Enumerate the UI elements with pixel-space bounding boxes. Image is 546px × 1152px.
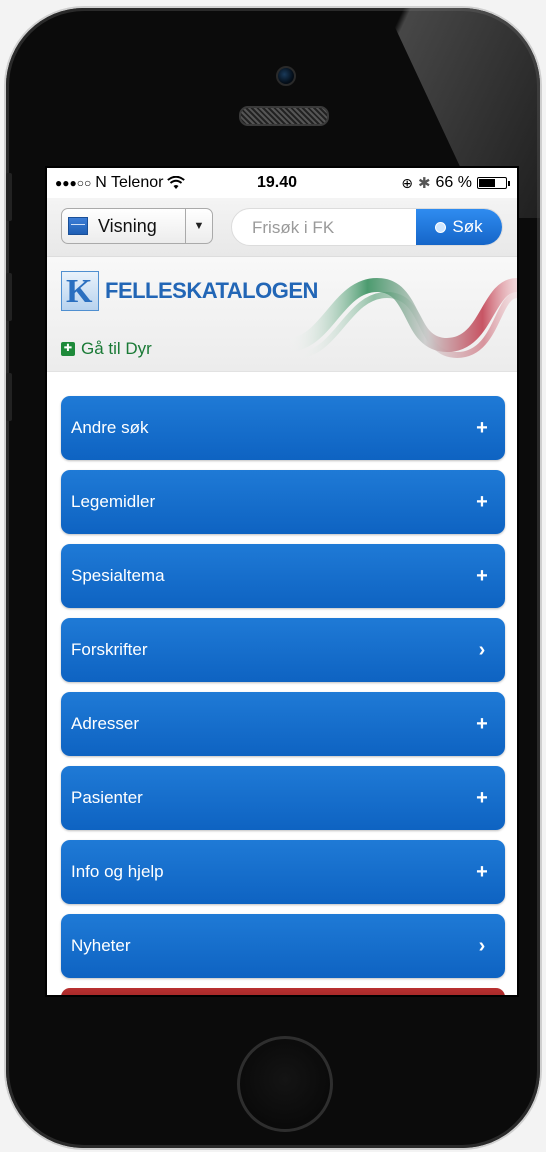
menu-item-label: Info og hjelp: [71, 862, 164, 881]
search-button-label: Søk: [452, 217, 483, 236]
carrier-name: N Telenor: [95, 174, 164, 191]
header-banner: K FELLESKATALOGEN ✚ Gå til Dyr: [47, 257, 517, 372]
menu-item-label: Nyheter: [71, 936, 131, 955]
menu-item-legemidler[interactable]: Legemidler +: [61, 470, 505, 534]
main-menu: Andre søk + Legemidler + Spesialtema + F…: [47, 372, 517, 978]
logo-text: FELLESKATALOGEN: [105, 278, 318, 303]
volume-down-button: [6, 373, 12, 421]
search-button[interactable]: Søk: [416, 209, 502, 245]
status-bar: ●●●○○ N Telenor 19.40 ⊕ ✱ 66 %: [47, 168, 517, 198]
toolbar: Visning ▼ Søk: [47, 198, 517, 257]
search-input[interactable]: [250, 217, 414, 239]
search-box: Søk: [231, 208, 503, 246]
plus-icon: +: [476, 564, 488, 587]
earpiece-speaker: [239, 106, 329, 126]
plus-icon: +: [476, 860, 488, 883]
carrier-info: ●●●○○ N Telenor: [55, 174, 186, 192]
battery-percent: 66 %: [435, 174, 472, 191]
chevron-down-icon[interactable]: ▼: [185, 209, 212, 243]
volume-up-button: [6, 273, 12, 321]
goto-dyr-link[interactable]: ✚ Gå til Dyr: [61, 339, 152, 359]
plus-icon: +: [476, 416, 488, 439]
view-select[interactable]: Visning ▼: [61, 208, 213, 244]
view-select-label: Visning: [98, 215, 157, 236]
menu-item-info-og-hjelp[interactable]: Info og hjelp +: [61, 840, 505, 904]
menu-item-partial-red[interactable]: [61, 988, 505, 995]
menu-item-label: Adresser: [71, 714, 140, 733]
home-button[interactable]: [237, 1036, 333, 1132]
menu-item-label: Andre søk: [71, 418, 149, 437]
chevron-right-icon: ›: [478, 638, 486, 661]
menu-item-andre-sok[interactable]: Andre søk +: [61, 396, 505, 460]
chevron-right-icon: ›: [478, 934, 486, 957]
goto-dyr-label: Gå til Dyr: [81, 339, 152, 358]
plus-icon: +: [476, 786, 488, 809]
menu-item-label: Pasienter: [71, 788, 143, 807]
menu-item-label: Forskrifter: [71, 640, 148, 659]
menu-item-forskrifter[interactable]: Forskrifter ›: [61, 618, 505, 682]
menu-item-pasienter[interactable]: Pasienter +: [61, 766, 505, 830]
app-screen: ●●●○○ N Telenor 19.40 ⊕ ✱ 66 % Visning ▼: [45, 166, 519, 997]
search-icon: [435, 221, 447, 233]
paw-icon: ✚: [61, 342, 75, 356]
wifi-icon: [167, 176, 186, 189]
battery-icon: [477, 177, 510, 189]
menu-item-label: Legemidler: [71, 492, 156, 511]
rotation-lock-icon: ⊕: [401, 174, 413, 191]
clock: 19.40: [257, 174, 298, 191]
battery-fill: [479, 179, 496, 187]
plus-icon: +: [476, 712, 488, 735]
menu-item-nyheter[interactable]: Nyheter ›: [61, 914, 505, 978]
mute-switch: [6, 173, 12, 221]
window-icon: [68, 217, 88, 235]
decorative-waves: [287, 277, 517, 359]
signal-strength-icon: ●●●○○: [55, 176, 92, 190]
status-right: ⊕ ✱ 66 %: [401, 174, 510, 192]
menu-item-label: Spesialtema: [71, 566, 165, 585]
menu-item-adresser[interactable]: Adresser +: [61, 692, 505, 756]
plus-icon: +: [476, 490, 488, 513]
logo-mark: K: [61, 271, 99, 311]
front-camera: [276, 66, 296, 86]
bluetooth-icon: ✱: [417, 175, 431, 192]
menu-item-spesialtema[interactable]: Spesialtema +: [61, 544, 505, 608]
felleskatalogen-logo[interactable]: K FELLESKATALOGEN: [61, 271, 318, 311]
